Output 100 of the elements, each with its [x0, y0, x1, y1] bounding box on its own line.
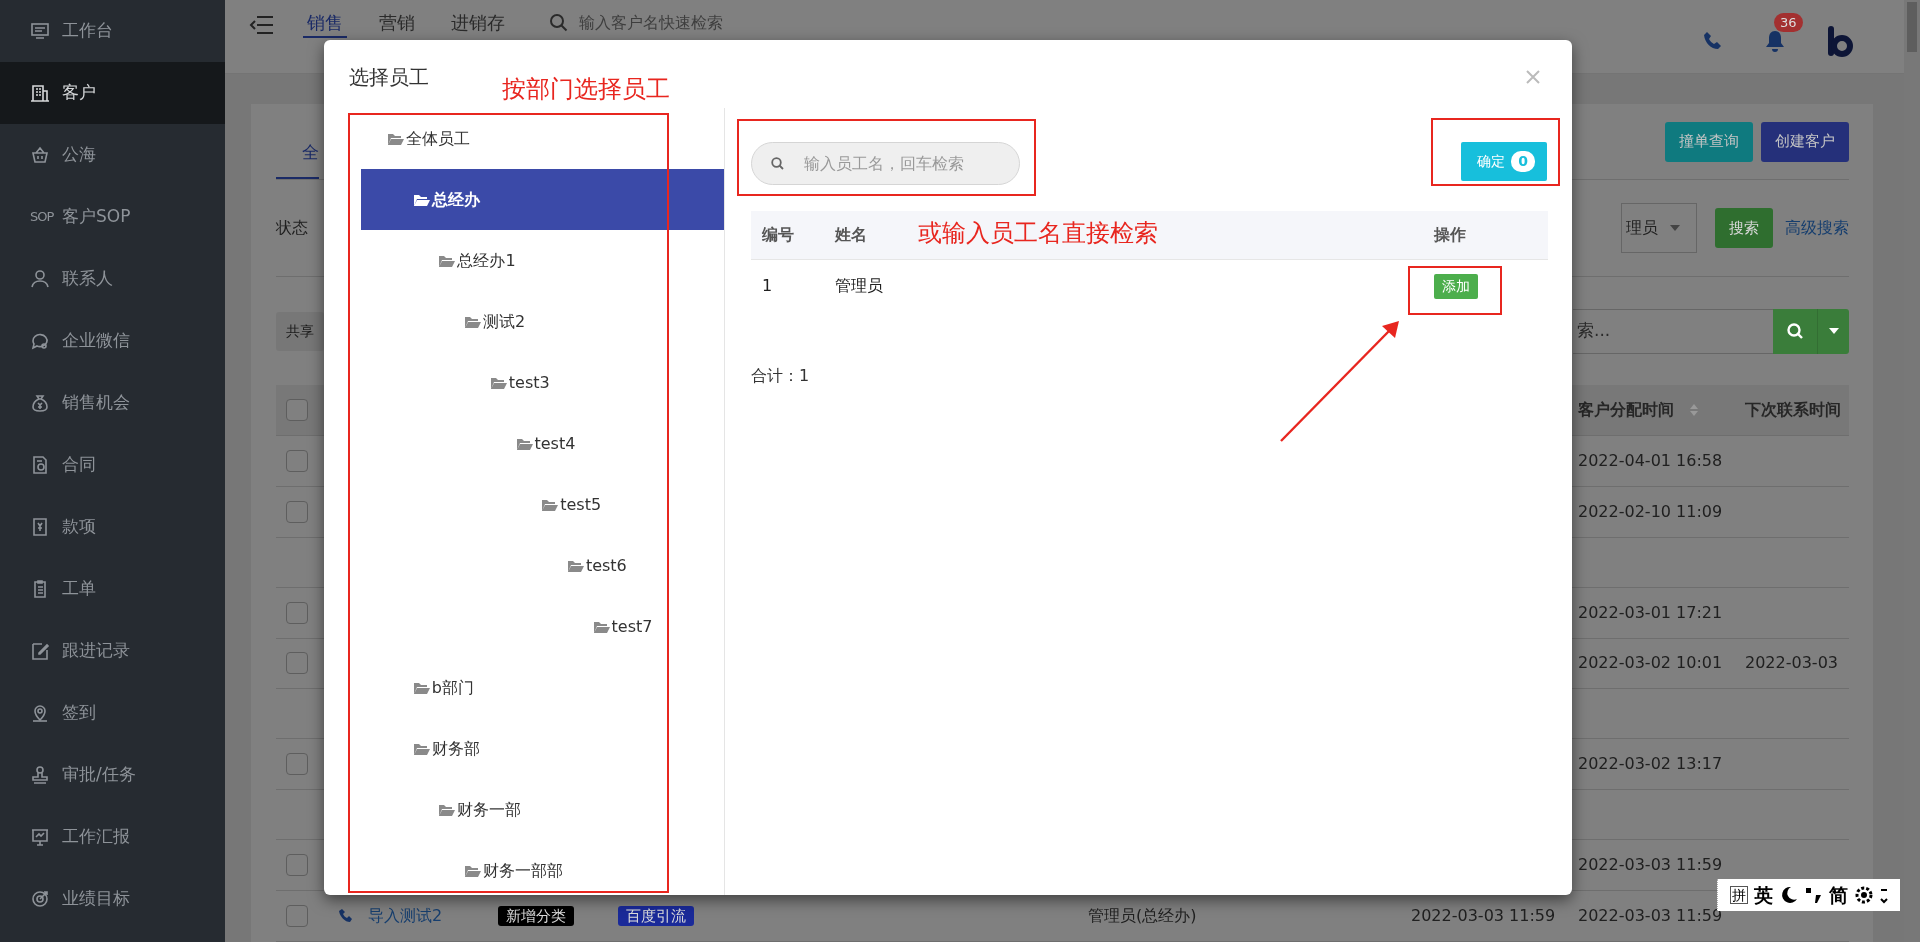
- row-checkbox[interactable]: [286, 449, 308, 472]
- advanced-search-link[interactable]: 高级搜索: [1785, 216, 1849, 240]
- sidebar-item[interactable]: 销售机会: [0, 372, 225, 434]
- column-header[interactable]: 客户分配时间: [1578, 397, 1674, 422]
- sidebar-item[interactable]: 联系人: [0, 248, 225, 310]
- sidebar-item[interactable]: 工作汇报: [0, 806, 225, 868]
- nav-tab[interactable]: 销售: [303, 10, 347, 38]
- tree-label: test5: [560, 493, 602, 516]
- date-cell: 2022-03-03 11:59: [1578, 855, 1723, 875]
- ime-key[interactable]: 简: [1829, 880, 1848, 910]
- add-button[interactable]: 添加: [1434, 273, 1478, 299]
- phone-icon[interactable]: [338, 908, 354, 924]
- phone-icon[interactable]: [1702, 30, 1724, 52]
- moon-icon[interactable]: [1779, 885, 1799, 905]
- count-badge: 0: [1511, 151, 1535, 172]
- row-checkbox[interactable]: [286, 601, 308, 624]
- row-checkbox[interactable]: [286, 398, 308, 421]
- tree-item[interactable]: test7: [361, 596, 724, 657]
- presentation-icon: [30, 827, 50, 847]
- customer-name-link[interactable]: 导入测试2: [368, 904, 443, 928]
- tree-item[interactable]: 总经办1: [361, 230, 724, 291]
- action-button[interactable]: 创建客户: [1761, 121, 1849, 162]
- tree-item[interactable]: 测试2: [361, 291, 724, 352]
- share-button[interactable]: 共享: [276, 311, 324, 351]
- tree-item[interactable]: 全体员工: [361, 108, 724, 169]
- annotation-text: 按部门选择员工: [502, 77, 670, 101]
- tree-item[interactable]: test4: [361, 413, 724, 474]
- ime-key[interactable]: 英: [1754, 880, 1773, 910]
- owner-select[interactable]: 理员: [1621, 203, 1697, 253]
- menu-icon[interactable]: [249, 14, 275, 36]
- date-cell: 2022-03-03: [1745, 653, 1838, 673]
- money-bag-icon: [30, 393, 50, 413]
- search-icon: [549, 13, 569, 33]
- tree-item[interactable]: 财务部: [361, 718, 724, 779]
- document-icon: [30, 455, 50, 475]
- bell-icon[interactable]: [1764, 29, 1786, 54]
- folder-icon: [464, 314, 482, 329]
- punctuation-icon[interactable]: [1805, 885, 1823, 905]
- building-icon: [30, 83, 50, 103]
- tree-item[interactable]: test3: [361, 352, 724, 413]
- sidebar-item[interactable]: 工单: [0, 558, 225, 620]
- stamp-icon: [30, 765, 50, 785]
- search-field[interactable]: 输入客户名快速检索: [579, 11, 779, 35]
- folder-icon: [592, 619, 610, 634]
- sort-icon[interactable]: [1690, 403, 1698, 416]
- search-icon: [771, 157, 784, 170]
- column-header: 姓名: [835, 225, 867, 244]
- sidebar-item[interactable]: 签到: [0, 682, 225, 744]
- location-pin-icon: [30, 703, 50, 723]
- sidebar-item[interactable]: SOP 客户SOP: [0, 186, 225, 248]
- search-button[interactable]: 搜索: [1715, 208, 1773, 248]
- notification-badge: 36: [1774, 12, 1803, 33]
- sidebar-item[interactable]: 款项: [0, 496, 225, 558]
- owner-cell: 管理员(总经办): [1088, 906, 1197, 925]
- sidebar-item[interactable]: 审批/任务: [0, 744, 225, 806]
- folder-icon: [412, 192, 430, 207]
- folder-icon: [412, 680, 430, 695]
- sidebar-item[interactable]: 工作台: [0, 0, 225, 62]
- row-checkbox[interactable]: [286, 500, 308, 523]
- table-cell-text: 1: [761, 275, 774, 297]
- more-icon[interactable]: [1880, 886, 1888, 904]
- dropdown-toggle[interactable]: [1817, 308, 1849, 354]
- folder-icon: [515, 436, 533, 451]
- tree-label: test7: [611, 615, 653, 638]
- sidebar-item[interactable]: 合同: [0, 434, 225, 496]
- sidebar-item[interactable]: 跟进记录: [0, 620, 225, 682]
- search-field[interactable]: 索...: [1573, 308, 1773, 354]
- content-tab[interactable]: 全: [276, 139, 319, 179]
- row-checkbox[interactable]: [286, 905, 308, 927]
- sidebar-item[interactable]: 业绩目标: [0, 868, 225, 930]
- tree-item[interactable]: 总经办: [361, 169, 724, 230]
- row-checkbox[interactable]: [286, 854, 308, 877]
- search-button[interactable]: [1773, 308, 1817, 354]
- tree-label: test4: [534, 432, 576, 455]
- sidebar-item[interactable]: 客户: [0, 62, 225, 124]
- tree-label: 全体员工: [406, 127, 470, 150]
- ime-key[interactable]: 拼: [1730, 885, 1748, 905]
- row-checkbox[interactable]: [286, 753, 308, 776]
- tree-item[interactable]: test6: [361, 535, 724, 596]
- date-cell: 2022-04-01 16:58: [1578, 450, 1723, 470]
- tree-item[interactable]: b部门: [361, 657, 724, 718]
- nav-tab[interactable]: 营销: [375, 10, 419, 38]
- tree-label: 总经办: [431, 188, 480, 211]
- row-checkbox[interactable]: [286, 652, 308, 675]
- tree-item[interactable]: test5: [361, 474, 724, 535]
- sidebar-item[interactable]: 公海: [0, 124, 225, 186]
- gear-icon[interactable]: [1854, 885, 1874, 905]
- column-header: 编号: [762, 225, 794, 244]
- logo-icon: [1826, 24, 1854, 58]
- nav-tab[interactable]: 进销存: [447, 10, 509, 38]
- sidebar-item[interactable]: 企业微信: [0, 310, 225, 372]
- tree-item[interactable]: 财务一部部: [361, 840, 724, 895]
- column-header[interactable]: 下次联系时间: [1745, 397, 1841, 422]
- tree-label: b部门: [431, 676, 474, 699]
- basket-icon: [30, 145, 50, 165]
- tree-label: 财务部: [431, 737, 480, 760]
- tree-item[interactable]: 财务一部: [361, 779, 724, 840]
- folder-icon: [412, 741, 430, 756]
- action-button[interactable]: 撞单查询: [1665, 121, 1753, 162]
- tree-label: 财务一部部: [483, 859, 564, 882]
